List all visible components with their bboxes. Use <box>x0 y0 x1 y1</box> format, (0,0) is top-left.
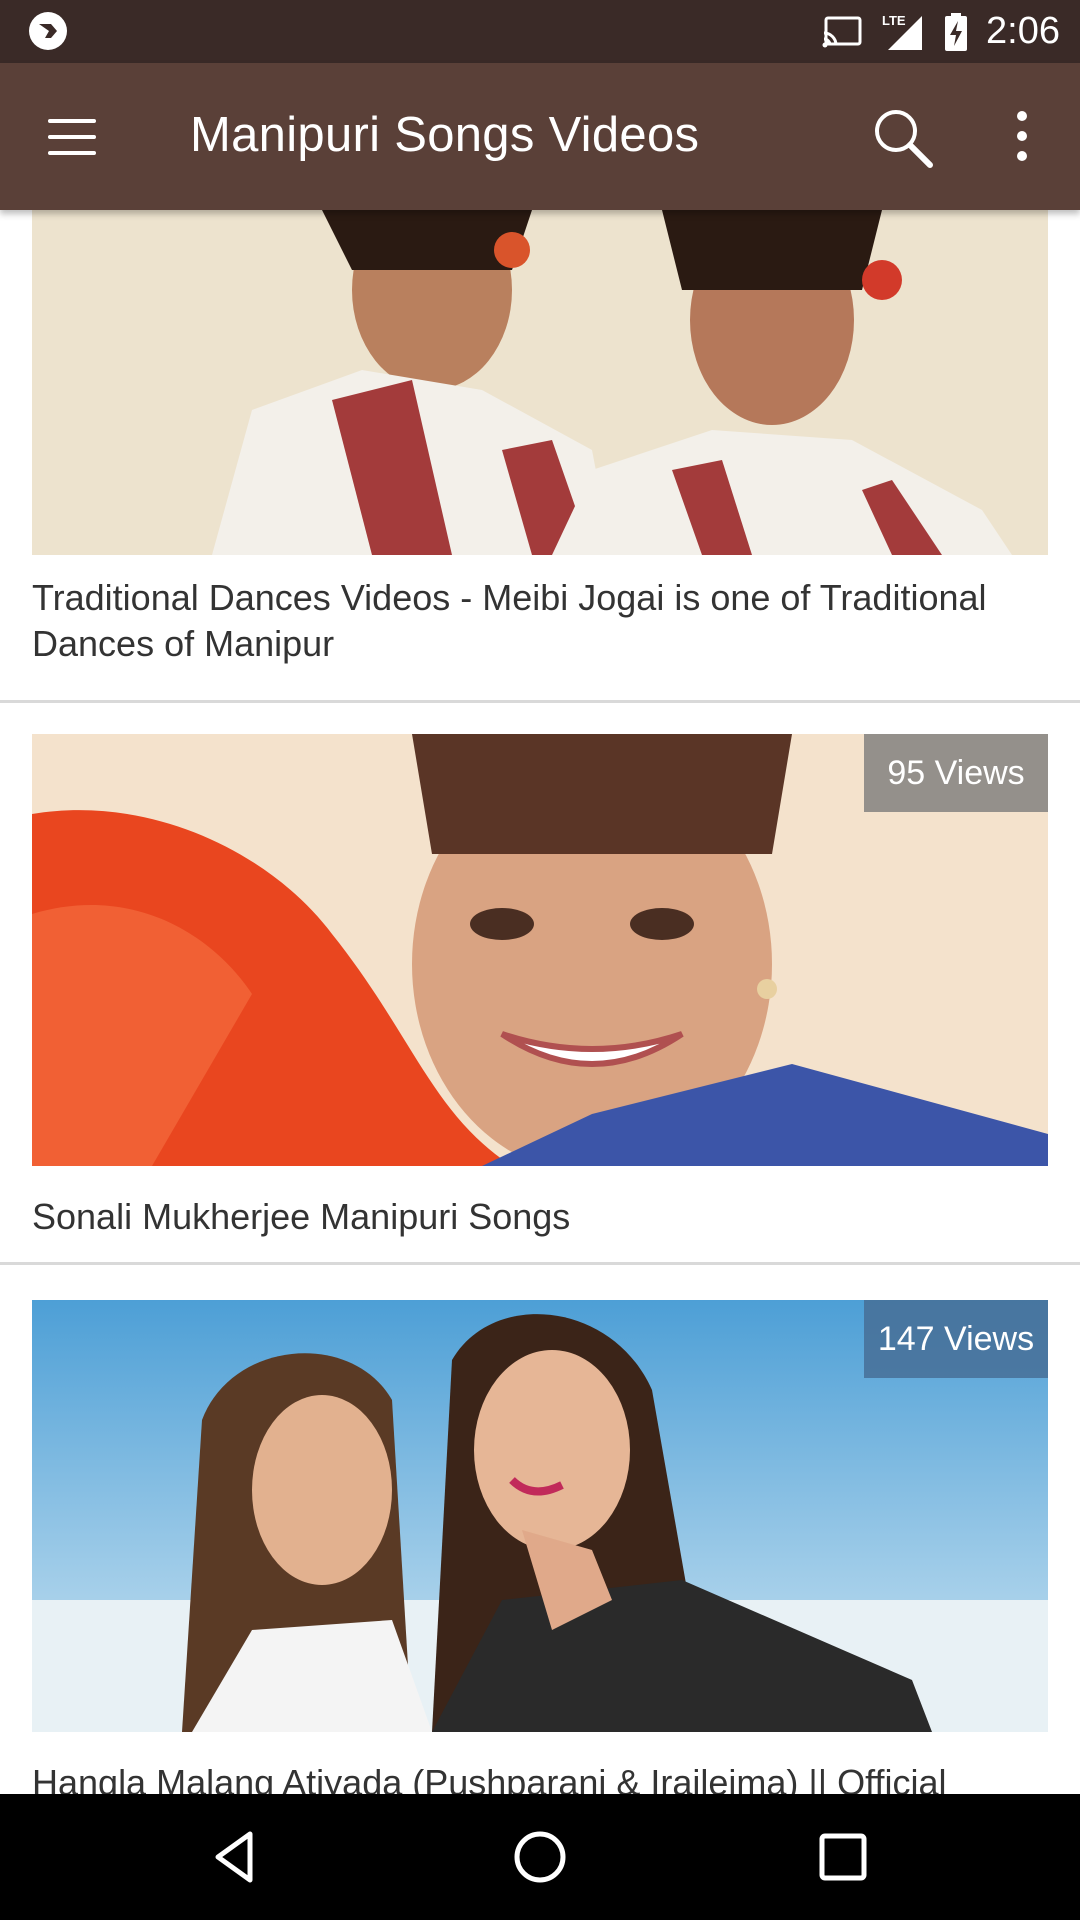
video-list[interactable]: Traditional Dances Videos - Meibi Jogai … <box>0 210 1080 1794</box>
video-card[interactable]: 147 Views Hangla Malang Atiyada (Pushpar… <box>0 1269 1080 1794</box>
card-divider <box>0 1262 1080 1265</box>
cast-icon <box>822 16 862 47</box>
status-time: 2:06 <box>986 10 1060 52</box>
video-card[interactable]: 95 Views Sonali Mukherjee Manipuri Songs <box>0 703 1080 1269</box>
svg-text:LTE: LTE <box>882 13 906 28</box>
video-title[interactable]: Sonali Mukherjee Manipuri Songs <box>32 1194 1042 1240</box>
more-vert-icon[interactable] <box>1000 108 1044 168</box>
video-title[interactable]: Hangla Malang Atiyada (Pushparani & Irai… <box>32 1760 1042 1794</box>
video-thumbnail[interactable]: 95 Views <box>32 734 1048 1166</box>
status-bar: LTE 2:06 <box>0 0 1080 63</box>
views-badge: 147 Views <box>864 1300 1048 1378</box>
battery-charging-icon <box>945 12 968 51</box>
signal-icon: LTE <box>882 13 923 50</box>
video-thumbnail[interactable]: 147 Views <box>32 1300 1048 1732</box>
app-title: Manipuri Songs Videos <box>190 108 700 162</box>
status-icons: LTE 2:06 <box>822 0 1060 63</box>
views-badge: 95 Views <box>864 734 1048 812</box>
recents-icon[interactable] <box>808 1822 878 1892</box>
video-card[interactable]: Traditional Dances Videos - Meibi Jogai … <box>0 210 1080 703</box>
search-icon[interactable] <box>868 103 938 173</box>
back-icon[interactable] <box>200 1822 270 1892</box>
video-thumbnail[interactable] <box>32 210 1048 555</box>
app-notification-icon <box>29 12 67 50</box>
home-icon[interactable] <box>505 1822 575 1892</box>
app-bar: Manipuri Songs Videos <box>0 63 1080 210</box>
menu-icon[interactable] <box>40 111 104 163</box>
video-title[interactable]: Traditional Dances Videos - Meibi Jogai … <box>32 575 1042 667</box>
navigation-bar <box>0 1794 1080 1920</box>
video-thumbnail-image <box>32 210 1048 555</box>
